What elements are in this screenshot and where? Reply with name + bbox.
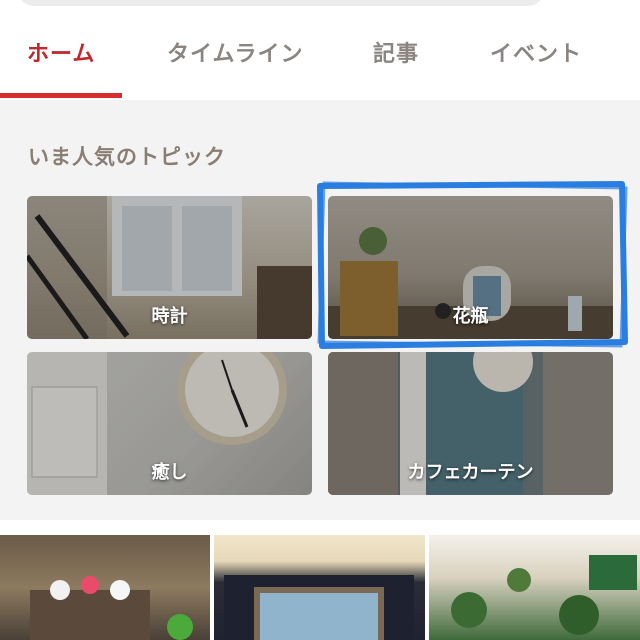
tab-bar: ホーム タイムライン 記事 イベント bbox=[0, 0, 640, 100]
topic-card-cafe-curtain[interactable]: カフェカーテン bbox=[328, 352, 613, 495]
topic-card-vase[interactable]: 花瓶 bbox=[328, 196, 613, 339]
feed-photo[interactable] bbox=[0, 535, 210, 640]
topic-card-healing[interactable]: 癒し bbox=[27, 352, 312, 495]
feed-photo-image bbox=[451, 555, 637, 635]
section-title: いま人気のトピック bbox=[28, 145, 226, 169]
feed-photo[interactable] bbox=[429, 535, 640, 640]
feed-photo-image bbox=[30, 576, 193, 640]
feed-photo-image bbox=[224, 575, 414, 640]
topic-card-label: 癒し bbox=[151, 462, 188, 483]
topic-card-label: 花瓶 bbox=[452, 306, 489, 327]
topic-card-label: カフェカーテン bbox=[407, 462, 534, 483]
feed-photo[interactable] bbox=[214, 535, 425, 640]
tab-home[interactable]: ホーム bbox=[27, 36, 95, 68]
tab-timeline[interactable]: タイムライン bbox=[167, 36, 303, 68]
tab-events[interactable]: イベント bbox=[490, 36, 582, 68]
tab-articles[interactable]: 記事 bbox=[373, 36, 419, 68]
topic-card-label: 時計 bbox=[151, 306, 188, 327]
active-tab-indicator bbox=[0, 93, 122, 98]
popular-topics-section: いま人気のトピック 時計 花瓶 癒し カフェカーテン bbox=[0, 100, 640, 520]
topic-card-clock[interactable]: 時計 bbox=[27, 196, 312, 339]
